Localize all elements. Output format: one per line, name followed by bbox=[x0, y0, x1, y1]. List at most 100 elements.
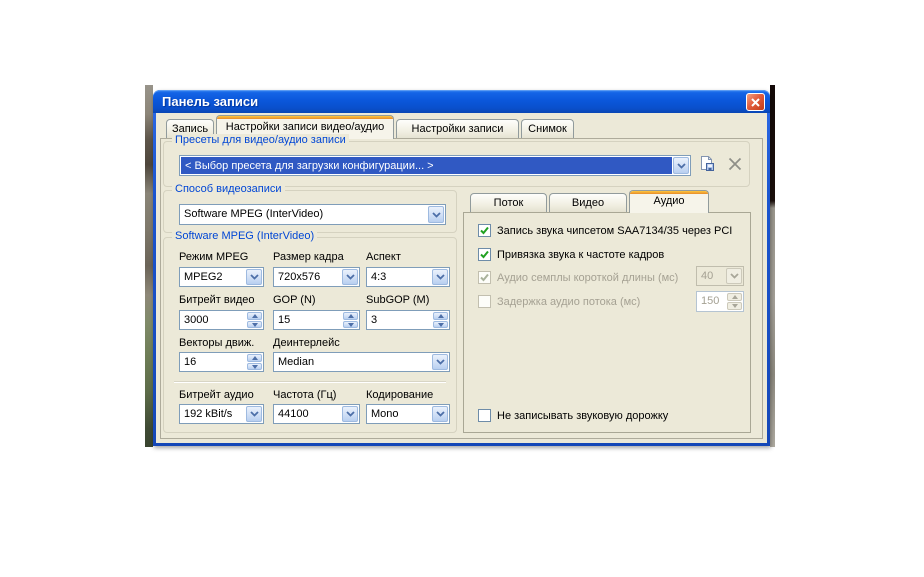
short-samples-select: 40 bbox=[696, 266, 744, 286]
active-tab-accent bbox=[217, 116, 393, 119]
encoding-dropdown-button[interactable] bbox=[432, 406, 448, 422]
arrow-up-icon bbox=[252, 356, 258, 360]
gop-label: GOP (N) bbox=[273, 294, 316, 306]
encoding-label: Кодирование bbox=[366, 389, 433, 401]
arrow-down-icon bbox=[438, 323, 444, 327]
deinterlace-label: Деинтерлейс bbox=[273, 337, 340, 349]
titlebar[interactable]: Панель записи bbox=[153, 90, 770, 113]
chipset-audio-label: Запись звука чипсетом SAA7134/35 через P… bbox=[497, 225, 732, 237]
frame-size-dropdown-button[interactable] bbox=[342, 269, 358, 285]
save-preset-button[interactable] bbox=[698, 155, 716, 178]
arrow-up-icon bbox=[252, 314, 258, 318]
spin-down-button[interactable] bbox=[433, 321, 448, 329]
arrow-up-icon bbox=[348, 314, 354, 318]
spin-up-button[interactable] bbox=[433, 312, 448, 320]
frame-size-select[interactable]: 720x576 bbox=[273, 267, 360, 287]
video-method-dropdown-button[interactable] bbox=[428, 206, 444, 223]
arrow-down-icon bbox=[252, 323, 258, 327]
tab-audio[interactable]: Аудио bbox=[629, 190, 709, 213]
preset-select[interactable]: < Выбор пресета для загрузки конфигураци… bbox=[179, 155, 691, 176]
arrow-down-icon bbox=[252, 365, 258, 369]
subgop-spinner[interactable]: 3 bbox=[366, 310, 450, 330]
video-method-group-label: Способ видеозаписи bbox=[172, 183, 285, 195]
recording-panel-window: Панель записи Запись Настройки записи ви… bbox=[153, 90, 770, 446]
frequency-dropdown-button[interactable] bbox=[342, 406, 358, 422]
video-bitrate-spinner[interactable]: 3000 bbox=[179, 310, 264, 330]
deinterlace-select[interactable]: Median bbox=[273, 352, 450, 372]
frame-size-label: Размер кадра bbox=[273, 251, 344, 263]
mpeg-mode-label: Режим MPEG bbox=[179, 251, 248, 263]
spin-down-button[interactable] bbox=[343, 321, 358, 329]
checkmark-icon bbox=[479, 249, 490, 260]
active-tab-accent bbox=[630, 191, 708, 194]
checkmark-icon bbox=[479, 225, 490, 236]
mpeg-group-label: Software MPEG (InterVideo) bbox=[172, 230, 317, 242]
no-audio-label: Не записывать звуковую дорожку bbox=[497, 410, 668, 422]
preset-dropdown-button[interactable] bbox=[673, 157, 689, 174]
no-audio-checkbox[interactable] bbox=[478, 409, 491, 422]
motion-vectors-spinner[interactable]: 16 bbox=[179, 352, 264, 372]
spin-down-button[interactable] bbox=[247, 321, 262, 329]
chevron-down-icon bbox=[432, 212, 441, 218]
audio-bitrate-dropdown-button[interactable] bbox=[246, 406, 262, 422]
delete-preset-button[interactable] bbox=[727, 156, 743, 177]
audio-bitrate-select[interactable]: 192 kBit/s bbox=[179, 404, 264, 424]
mpeg-settings-group: Software MPEG (InterVideo) Режим MPEG Ра… bbox=[163, 237, 457, 433]
mpeg-mode-dropdown-button[interactable] bbox=[246, 269, 262, 285]
audio-bitrate-label: Битрейт аудио bbox=[179, 389, 254, 401]
subgop-label: SubGOP (M) bbox=[366, 294, 429, 306]
spin-up-button[interactable] bbox=[247, 354, 262, 362]
short-samples-label: Аудио семплы короткой длины (мс) bbox=[497, 272, 678, 284]
frequency-select[interactable]: 44100 bbox=[273, 404, 360, 424]
gop-spinner[interactable]: 15 bbox=[273, 310, 360, 330]
window-title: Панель записи bbox=[162, 94, 258, 109]
spin-up-button[interactable] bbox=[343, 312, 358, 320]
presets-group: Пресеты для видео/аудио записи < Выбор п… bbox=[163, 141, 750, 187]
chevron-down-icon bbox=[346, 274, 355, 280]
short-samples-dropdown-button bbox=[726, 268, 742, 284]
arrow-up-icon bbox=[732, 295, 738, 299]
aspect-label: Аспект bbox=[366, 251, 401, 263]
chevron-down-icon bbox=[677, 163, 686, 169]
chevron-down-icon bbox=[436, 411, 445, 417]
aspect-select[interactable]: 4:3 bbox=[366, 267, 450, 287]
checkmark-icon bbox=[479, 272, 490, 283]
encoding-select[interactable]: Mono bbox=[366, 404, 450, 424]
chevron-down-icon bbox=[436, 359, 445, 365]
deinterlace-dropdown-button[interactable] bbox=[432, 354, 448, 370]
audio-delay-checkbox bbox=[478, 295, 491, 308]
chevron-down-icon bbox=[250, 274, 259, 280]
spin-down-button[interactable] bbox=[247, 363, 262, 371]
preset-selected-value: < Выбор пресета для загрузки конфигураци… bbox=[181, 157, 672, 174]
audio-delay-spinner: 150 bbox=[696, 291, 744, 312]
chipset-audio-checkbox[interactable] bbox=[478, 224, 491, 237]
video-bitrate-label: Битрейт видео bbox=[179, 294, 255, 306]
spin-down-button bbox=[727, 302, 742, 310]
tab-video[interactable]: Видео bbox=[549, 193, 627, 212]
aspect-dropdown-button[interactable] bbox=[432, 269, 448, 285]
arrow-down-icon bbox=[732, 304, 738, 308]
short-samples-checkbox bbox=[478, 271, 491, 284]
spin-up-button[interactable] bbox=[247, 312, 262, 320]
mpeg-mode-select[interactable]: MPEG2 bbox=[179, 267, 264, 287]
dialog-body: Запись Настройки записи видео/аудио Наст… bbox=[156, 113, 767, 443]
video-method-group: Способ видеозаписи Software MPEG (InterV… bbox=[163, 190, 457, 233]
close-icon bbox=[751, 98, 760, 107]
video-method-select[interactable]: Software MPEG (InterVideo) bbox=[179, 204, 446, 225]
arrow-up-icon bbox=[438, 314, 444, 318]
separator bbox=[174, 381, 446, 383]
chevron-down-icon bbox=[436, 274, 445, 280]
sync-framerate-label: Привязка звука к частоте кадров bbox=[497, 249, 664, 261]
chevron-down-icon bbox=[346, 411, 355, 417]
chevron-down-icon bbox=[250, 411, 259, 417]
tab-audio-settings[interactable]: Настройки записи аудио bbox=[396, 119, 519, 139]
tab-snapshot[interactable]: Снимок bbox=[521, 119, 574, 139]
motion-vectors-label: Векторы движ. bbox=[179, 337, 254, 349]
tab-stream[interactable]: Поток bbox=[470, 193, 547, 212]
desktop-wallpaper-strip-right bbox=[770, 85, 775, 447]
presets-group-label: Пресеты для видео/аудио записи bbox=[172, 134, 349, 146]
close-button[interactable] bbox=[746, 93, 765, 111]
sync-framerate-checkbox[interactable] bbox=[478, 248, 491, 261]
audio-tab-pane: Запись звука чипсетом SAA7134/35 через P… bbox=[463, 212, 751, 433]
desktop-wallpaper-strip-left bbox=[145, 85, 153, 447]
